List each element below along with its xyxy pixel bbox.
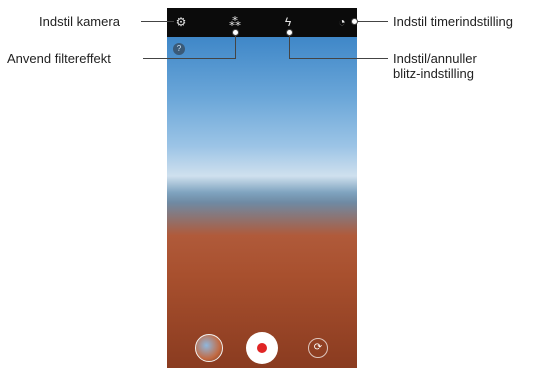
callout-timer: Indstil timerindstilling <box>393 14 513 29</box>
camera-bottom-controls: ⟳ <box>167 324 357 368</box>
gear-icon[interactable]: ⚙ <box>173 14 189 30</box>
record-dot <box>257 343 267 353</box>
gallery-thumbnail[interactable] <box>195 334 223 362</box>
callout-dot-filter <box>232 29 239 36</box>
callout-line-camera-settings <box>141 21 174 22</box>
filter-icon[interactable]: ⁂ <box>227 14 243 30</box>
help-icon[interactable]: ? <box>173 43 185 55</box>
timer-icon[interactable]: ◔ <box>334 14 350 30</box>
camera-top-bar: ⚙ ⁂ ϟ ◔ <box>167 8 357 37</box>
switch-camera-glyph: ⟳ <box>313 342 323 353</box>
timer-glyph: ◔ <box>338 15 346 29</box>
camera-viewfinder[interactable]: ? ⟳ <box>167 37 357 368</box>
gear-glyph: ⚙ <box>175 15 187 29</box>
callout-line-filter-v <box>235 33 236 59</box>
callout-filter-effect: Anvend filtereffekt <box>7 51 111 66</box>
help-glyph: ? <box>176 44 182 53</box>
camera-screen: ⚙ ⁂ ϟ ◔ ? ⟳ <box>167 8 357 368</box>
callout-line-filter-h <box>143 58 235 59</box>
callout-dot-flash <box>286 29 293 36</box>
filter-glyph: ⁂ <box>229 15 241 29</box>
callout-flash-line2: blitz-indstilling <box>393 66 474 81</box>
callout-line-flash-h <box>289 58 388 59</box>
callout-line-timer <box>358 21 388 22</box>
callout-dot-timer <box>351 18 358 25</box>
switch-camera-icon[interactable]: ⟳ <box>308 338 328 358</box>
callout-camera-settings: Indstil kamera <box>39 14 120 29</box>
callout-line-flash-v <box>289 33 290 59</box>
shutter-button[interactable] <box>246 332 278 364</box>
callout-flash-line1: Indstil/annuller <box>393 51 477 66</box>
flash-icon[interactable]: ϟ <box>280 14 296 30</box>
flash-glyph: ϟ <box>284 15 292 29</box>
